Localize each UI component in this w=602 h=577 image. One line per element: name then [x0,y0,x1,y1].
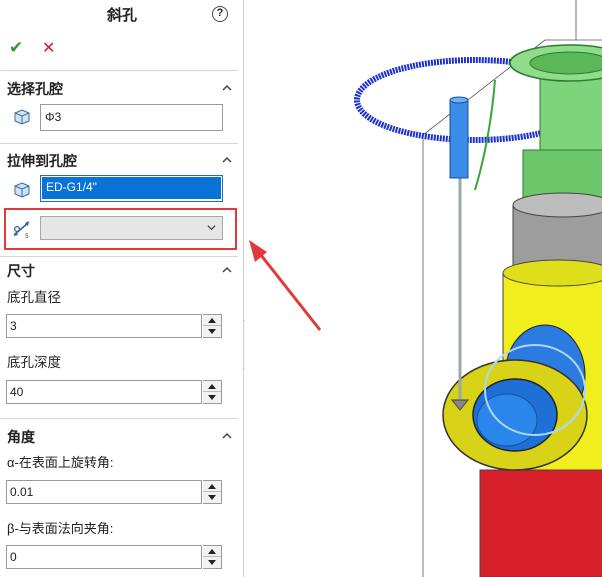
section-heading-hole[interactable]: 选择孔腔 [7,79,63,99]
spin-buttons [203,480,222,504]
spin-down-button[interactable] [203,492,221,503]
yellow-boss [442,359,588,471]
spin-up-button[interactable] [203,546,221,557]
alpha-label: α-在表面上旋转角: [7,455,114,470]
chevron-up-icon[interactable] [222,83,232,93]
selection-combo[interactable] [40,216,223,240]
divider [0,143,238,144]
depth-input[interactable]: 40 [6,380,202,404]
beta-input[interactable]: 0 [6,545,202,569]
spin-buttons [203,314,222,338]
solid-body-icon [14,182,30,198]
green-cylinder [509,44,602,206]
green-curve [474,79,496,191]
panel-title: 斜孔 [106,7,137,24]
hole-axis [449,96,470,411]
target-hole-value: ED-G1/4" [42,177,221,199]
beta-spinner[interactable]: 0 [6,545,222,569]
model-view [249,0,602,577]
chevron-down-icon[interactable] [207,223,216,232]
chevron-up-icon[interactable] [222,265,232,275]
hole-selection-field[interactable]: Φ3 [40,104,223,131]
alpha-input[interactable]: 0.01 [6,480,202,504]
spin-up-button[interactable] [203,315,221,326]
spin-up-button[interactable] [203,381,221,392]
red-base [479,469,602,577]
diameter-spinner[interactable]: 3 [6,314,222,338]
cancel-button[interactable]: ✕ [42,38,55,58]
diameter-label: 底孔直径 [7,290,61,305]
dimension-icon: 5 [13,221,29,239]
spin-buttons [203,545,222,569]
spin-buttons [203,380,222,404]
property-manager-panel: 斜孔 ? ✔ ✕ 选择孔腔 Φ3 拉伸到孔腔 ED-G1/4" 5 尺寸 底孔直… [0,0,244,577]
spin-down-button[interactable] [203,326,221,337]
alpha-spinner[interactable]: 0.01 [6,480,222,504]
section-heading-angle[interactable]: 角度 [7,427,35,447]
target-hole-field[interactable]: ED-G1/4" [40,175,223,202]
chevron-up-icon[interactable] [222,431,232,441]
chevron-up-icon[interactable] [222,155,232,165]
spin-down-button[interactable] [203,557,221,568]
help-icon[interactable]: ? [212,6,228,22]
divider [0,256,238,257]
divider [0,70,238,71]
svg-text:5: 5 [25,233,29,239]
solid-body-icon [14,109,30,125]
annotation-arrow [255,249,322,331]
section-heading-size[interactable]: 尺寸 [7,261,35,281]
ok-button[interactable]: ✔ [9,38,23,58]
graphics-viewport[interactable] [245,0,602,577]
spin-up-button[interactable] [203,481,221,492]
depth-label: 底孔深度 [7,355,61,370]
spin-down-button[interactable] [203,392,221,403]
divider [0,418,238,419]
diameter-input[interactable]: 3 [6,314,202,338]
section-heading-extrude[interactable]: 拉伸到孔腔 [7,151,77,171]
depth-spinner[interactable]: 40 [6,380,222,404]
beta-label: β-与表面法向夹角: [7,521,114,536]
